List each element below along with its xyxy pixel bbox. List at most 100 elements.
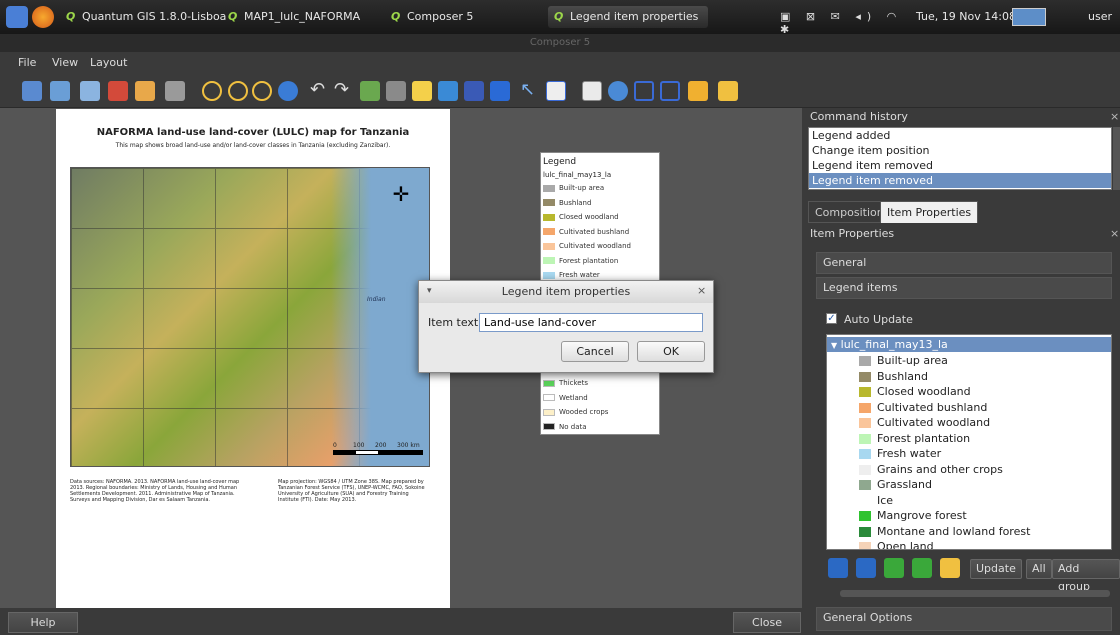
map-frame[interactable]: Indian ✛ 0 100 200 300 km [70, 167, 430, 467]
add-table-icon[interactable] [546, 81, 566, 101]
horizontal-scrollbar[interactable] [840, 590, 1110, 597]
legend-tree[interactable]: ▼ lulc_final_may13_la Built-up area Bushl… [826, 334, 1112, 550]
tree-class-item[interactable]: Ice [859, 493, 894, 509]
cancel-button[interactable]: Cancel [561, 341, 629, 362]
menu-view[interactable]: View [52, 56, 78, 69]
user-menu[interactable]: user [1088, 10, 1112, 23]
add-image-icon[interactable] [386, 81, 406, 101]
qgis-icon: Q [66, 10, 76, 23]
dialog-title[interactable]: Legend item properties [419, 281, 713, 303]
tree-class-item[interactable]: Bushland [859, 369, 928, 385]
general-section[interactable]: General [816, 252, 1112, 274]
system-menu-icon[interactable] [6, 6, 28, 28]
dialog-menu-icon[interactable]: ▾ [427, 286, 432, 296]
expand-icon[interactable]: ▼ [831, 341, 837, 350]
task-composer[interactable]: Q Composer 5 [385, 6, 525, 28]
close-icon[interactable]: × [1110, 227, 1119, 240]
data-sources-text[interactable]: Data sources: NAFORMA. 2013. NAFORMA lan… [70, 479, 250, 503]
menu-layout[interactable]: Layout [90, 56, 127, 69]
tree-class-label: Bushland [877, 369, 928, 383]
general-options-section[interactable]: General Options [816, 607, 1112, 631]
close-icon[interactable]: × [697, 284, 706, 297]
move-content-icon[interactable] [608, 81, 628, 101]
move-up-icon[interactable] [856, 558, 876, 578]
zoom-full-icon[interactable] [202, 81, 222, 101]
firefox-icon[interactable] [32, 6, 54, 28]
close-button[interactable]: Close [733, 612, 801, 633]
refresh-icon[interactable] [278, 81, 298, 101]
add-arrow-icon[interactable]: ↖ [520, 81, 540, 101]
command-history-item[interactable]: Change item position [809, 143, 1111, 158]
add-map-icon[interactable] [360, 81, 380, 101]
command-history-item[interactable]: Legend item removed [809, 173, 1111, 188]
map-subtitle[interactable]: This map shows broad land-use and/or lan… [56, 142, 450, 149]
help-button[interactable]: Help [8, 612, 78, 633]
export-pdf-icon[interactable] [108, 81, 128, 101]
edit-icon[interactable] [940, 558, 960, 578]
menu-file[interactable]: File [18, 56, 36, 69]
item-text-input[interactable] [479, 313, 703, 332]
zoom-in-icon[interactable] [228, 81, 248, 101]
redo-icon[interactable]: ↷ [334, 81, 354, 101]
update-button[interactable]: Update [970, 559, 1022, 579]
close-icon[interactable]: × [1110, 110, 1119, 123]
raise-icon[interactable] [688, 81, 708, 101]
ok-button[interactable]: OK [637, 341, 705, 362]
task-legend-dialog[interactable]: Q Legend item properties [548, 6, 708, 28]
add-icon[interactable] [884, 558, 904, 578]
tree-class-item[interactable]: Built-up area [859, 353, 948, 369]
ungroup-icon[interactable] [660, 81, 680, 101]
tree-layer-row[interactable]: ▼ lulc_final_may13_la [827, 337, 1111, 352]
auto-update-checkbox[interactable]: ✓ [826, 313, 837, 324]
export-image-icon[interactable] [80, 81, 100, 101]
command-history-list[interactable]: Legend added Change item position Legend i… [808, 127, 1112, 190]
tree-class-item[interactable]: Fresh water [859, 446, 941, 462]
print-icon[interactable] [165, 81, 185, 101]
tree-class-item[interactable]: Mangrove forest [859, 508, 967, 524]
tree-class-item[interactable]: Montane and lowland forest [859, 524, 1030, 540]
remove-icon[interactable] [912, 558, 932, 578]
align-icon[interactable] [718, 81, 738, 101]
tree-class-item[interactable]: Cultivated bushland [859, 400, 987, 416]
task-qgis[interactable]: Q Quantum GIS 1.8.0-Lisboa -... [60, 6, 230, 28]
command-history-item[interactable]: Legend added [809, 128, 1111, 143]
legend-items-section[interactable]: Legend items [816, 277, 1112, 299]
select-move-icon[interactable] [582, 81, 602, 101]
tree-class-label: Ice [877, 493, 894, 507]
open-icon[interactable] [22, 81, 42, 101]
tree-class-item[interactable]: Open land [859, 539, 934, 549]
tab-item-properties[interactable]: Item Properties [880, 201, 979, 223]
add-legend-icon[interactable] [438, 81, 458, 101]
desktop-thumbnail[interactable] [1012, 8, 1046, 26]
class-swatch [859, 449, 871, 459]
add-group-button[interactable]: Add group [1052, 559, 1120, 593]
tree-class-item[interactable]: Closed woodland [859, 384, 971, 400]
add-shape-icon[interactable] [490, 81, 510, 101]
add-label-icon[interactable] [412, 81, 432, 101]
legend-entry-label: No data [559, 422, 587, 431]
command-history-item[interactable]: Legend item removed [809, 158, 1111, 173]
scalebar-tick-3: 300 km [397, 442, 420, 449]
tree-class-item[interactable]: Grassland [859, 477, 932, 493]
tree-class-item[interactable]: Grains and other crops [859, 462, 1003, 478]
scrollbar[interactable] [1113, 127, 1120, 190]
all-button[interactable]: All [1026, 559, 1052, 579]
move-down-icon[interactable] [828, 558, 848, 578]
legend-swatch [543, 228, 555, 235]
add-scalebar-icon[interactable] [464, 81, 484, 101]
projection-text[interactable]: Map projection: WGS84 / UTM Zone 38S. Ma… [278, 479, 428, 503]
zoom-out-icon[interactable] [252, 81, 272, 101]
group-icon[interactable] [634, 81, 654, 101]
tree-class-item[interactable]: Forest plantation [859, 431, 970, 447]
tab-composition[interactable]: Composition [808, 201, 891, 223]
composition-page[interactable]: NAFORMA land-use land-cover (LULC) map f… [56, 109, 450, 608]
tree-class-item[interactable]: Cultivated woodland [859, 415, 990, 431]
task-map[interactable]: Q MAP1_lulc_NAFORMA [222, 6, 362, 28]
save-icon[interactable] [50, 81, 70, 101]
map-title[interactable]: NAFORMA land-use land-cover (LULC) map f… [56, 127, 450, 138]
scalebar [333, 450, 423, 455]
clock[interactable]: Tue, 19 Nov 14:08 [916, 10, 1016, 23]
undo-icon[interactable]: ↶ [310, 81, 330, 101]
export-svg-icon[interactable] [135, 81, 155, 101]
tray-icons[interactable]: ▣ ⊠ ✉ ◂) ◠ ✱ [780, 10, 906, 36]
